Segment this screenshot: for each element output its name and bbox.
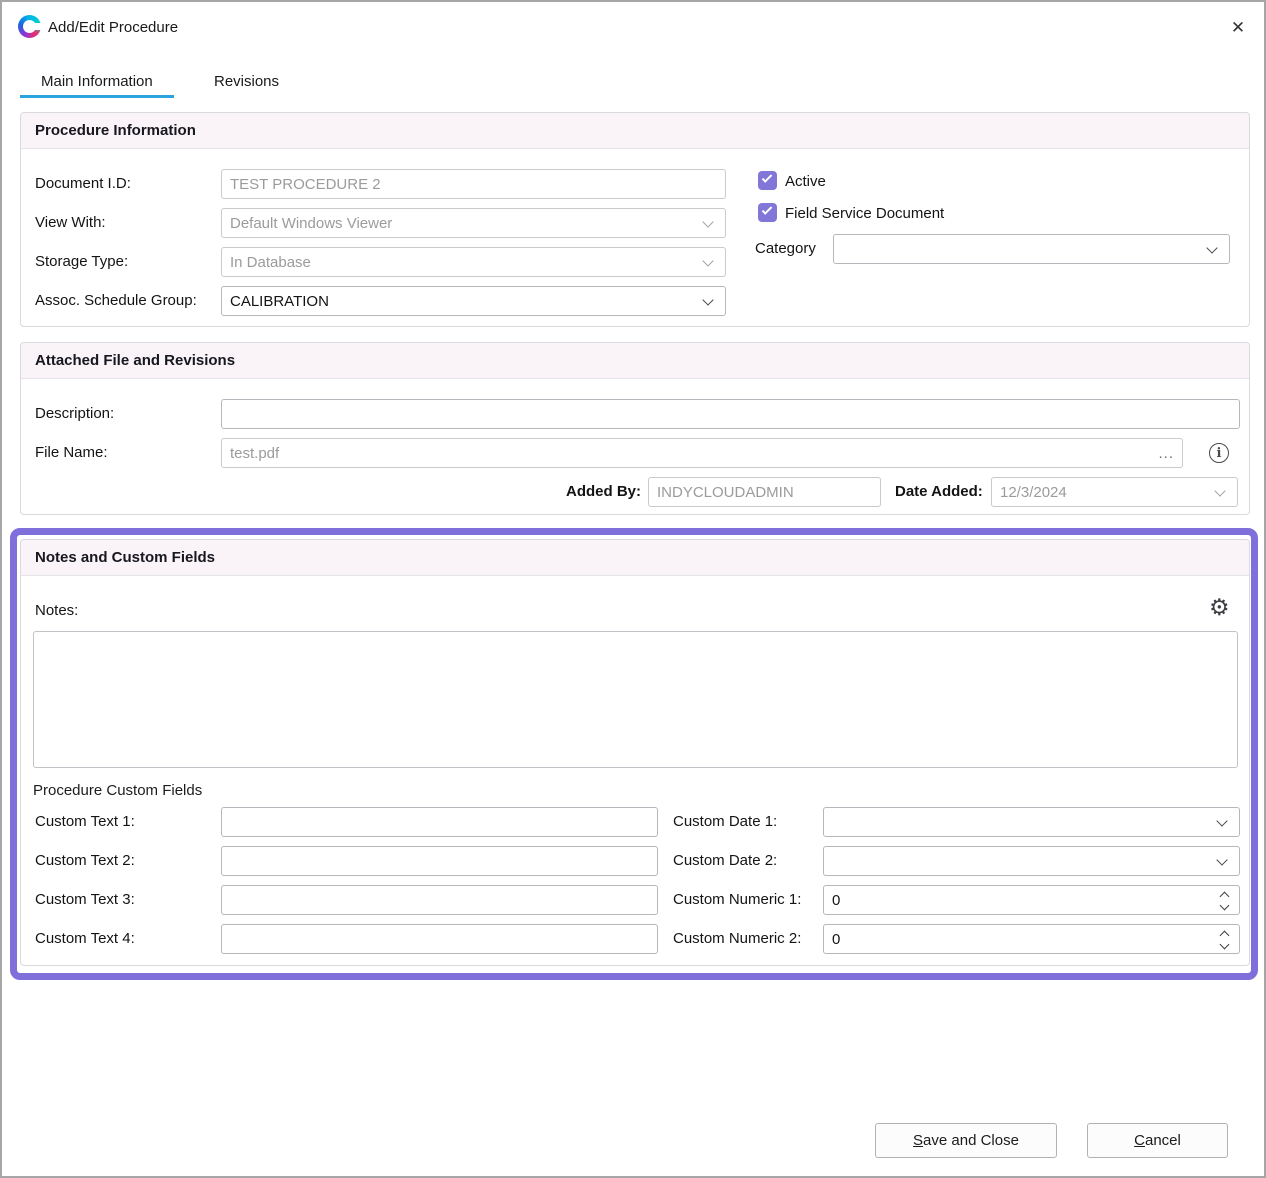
category-select[interactable] [833,234,1230,264]
custom-text-2-label: Custom Text 2: [35,852,135,869]
chevron-down-icon [1206,242,1217,253]
file-name-label: File Name: [35,444,108,461]
storage-type-label: Storage Type: [35,253,128,270]
added-by-label: Added By: [539,483,641,500]
save-button-label: ave and Close [923,1132,1019,1149]
tab-main-information-label: Main Information [41,73,153,90]
window-title: Add/Edit Procedure [48,19,178,36]
add-edit-procedure-dialog: Add/Edit Procedure ✕ Main Information Re… [0,0,1266,1178]
save-button-accelerator: S [913,1132,923,1149]
custom-numeric-2-value: 0 [832,931,840,948]
notes-textarea[interactable] [33,631,1238,768]
cancel-button-label: ancel [1145,1132,1181,1149]
custom-date-2-select[interactable] [823,846,1240,876]
file-name-value: test.pdf [230,445,279,462]
custom-text-2-input[interactable] [221,846,658,876]
custom-date-1-select[interactable] [823,807,1240,837]
custom-text-4-input[interactable] [221,924,658,954]
spinner-down-icon [1219,940,1229,950]
chevron-down-icon [702,255,713,266]
storage-type-select: In Database [221,247,726,277]
custom-numeric-1-value: 0 [832,892,840,909]
view-with-select: Default Windows Viewer [221,208,726,238]
document-id-label: Document I.D: [35,175,131,192]
tab-revisions-label: Revisions [214,73,279,90]
document-id-input [221,169,726,199]
notes-custom-fields-group: Notes and Custom Fields Notes: ⚙ Procedu… [20,539,1250,966]
storage-type-value: In Database [230,254,311,271]
custom-text-3-input[interactable] [221,885,658,915]
attached-file-group: Attached File and Revisions Description:… [20,342,1250,515]
assoc-schedule-group-select[interactable]: CALIBRATION [221,286,726,316]
date-added-label: Date Added: [895,483,983,500]
custom-numeric-1-input[interactable]: 0 [823,885,1240,915]
notes-custom-fields-header: Notes and Custom Fields [21,540,1249,576]
active-checkbox[interactable] [758,171,777,190]
check-icon [762,172,773,183]
chevron-down-icon [1216,854,1227,865]
custom-text-1-input[interactable] [221,807,658,837]
procedure-custom-fields-label: Procedure Custom Fields [33,782,202,799]
spinner-control[interactable] [1218,930,1230,950]
category-label: Category [755,240,816,257]
chevron-down-icon [1216,815,1227,826]
description-label: Description: [35,405,114,422]
chevron-down-icon [1214,485,1225,496]
procedure-information-header: Procedure Information [21,113,1249,149]
custom-text-4-label: Custom Text 4: [35,930,135,947]
spinner-down-icon [1219,901,1229,911]
attached-file-header: Attached File and Revisions [21,343,1249,379]
date-added-select: 12/3/2024 [991,477,1238,507]
tab-revisions[interactable]: Revisions [200,64,293,98]
procedure-information-group: Procedure Information Document I.D: View… [20,112,1250,327]
cancel-button-accelerator: C [1134,1132,1145,1149]
attached-file-title: Attached File and Revisions [35,352,235,369]
info-icon[interactable]: i [1209,443,1229,463]
browse-ellipsis-button[interactable]: ... [1158,439,1174,467]
check-icon [762,204,773,215]
custom-text-1-label: Custom Text 1: [35,813,135,830]
gear-icon[interactable]: ⚙ [1209,596,1230,619]
view-with-value: Default Windows Viewer [230,215,392,232]
assoc-schedule-group-label: Assoc. Schedule Group: [35,292,197,309]
description-input[interactable] [221,399,1240,429]
notes-label: Notes: [35,602,78,619]
app-logo-icon [18,15,41,38]
custom-date-1-label: Custom Date 1: [673,813,777,830]
assoc-schedule-group-value: CALIBRATION [230,293,329,310]
custom-text-3-label: Custom Text 3: [35,891,135,908]
notes-custom-fields-title: Notes and Custom Fields [35,549,215,566]
field-service-document-checkbox[interactable] [758,203,777,222]
file-name-input: test.pdf ... [221,438,1183,468]
field-service-document-label: Field Service Document [785,205,944,222]
custom-numeric-2-label: Custom Numeric 2: [673,930,801,947]
chevron-down-icon [702,294,713,305]
view-with-label: View With: [35,214,106,231]
save-and-close-button[interactable]: Save and Close [875,1123,1057,1158]
tab-main-information[interactable]: Main Information [20,64,174,98]
cancel-button[interactable]: Cancel [1087,1123,1228,1158]
date-added-value: 12/3/2024 [1000,484,1067,501]
chevron-down-icon [702,216,713,227]
procedure-information-title: Procedure Information [35,122,196,139]
close-icon[interactable]: ✕ [1224,15,1252,41]
added-by-input [648,477,881,507]
active-checkbox-label: Active [785,173,826,190]
custom-numeric-2-input[interactable]: 0 [823,924,1240,954]
custom-numeric-1-label: Custom Numeric 1: [673,891,801,908]
custom-date-2-label: Custom Date 2: [673,852,777,869]
spinner-control[interactable] [1218,891,1230,911]
